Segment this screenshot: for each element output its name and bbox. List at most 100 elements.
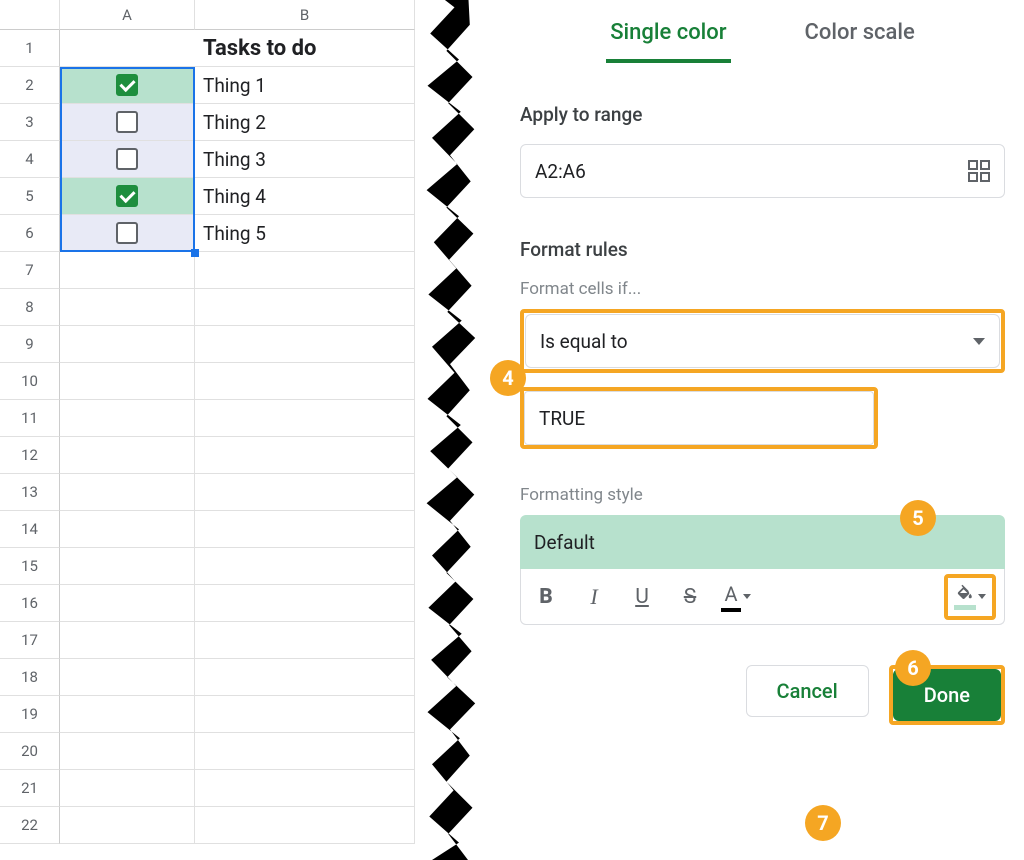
row-header[interactable]: 11 [0,400,60,437]
cell-a4[interactable] [60,141,195,178]
conditional-format-panel: Single color Color scale Apply to range … [505,0,1024,852]
fill-color-button[interactable] [948,578,992,616]
cell-b1[interactable]: Tasks to do [195,30,415,67]
row-header[interactable]: 7 [0,252,60,289]
cell-a18[interactable] [60,659,195,696]
row-header[interactable]: 6 [0,215,60,252]
cell-a20[interactable] [60,733,195,770]
row-19: 19 [0,696,430,733]
cell-b18[interactable] [195,659,415,696]
cell-b13[interactable] [195,474,415,511]
row-header[interactable]: 21 [0,770,60,807]
cell-b4[interactable]: Thing 3 [195,141,415,178]
row-header[interactable]: 17 [0,622,60,659]
cell-a7[interactable] [60,252,195,289]
tab-single-color[interactable]: Single color [606,10,730,63]
cell-b9[interactable] [195,326,415,363]
cancel-button[interactable]: Cancel [746,665,869,717]
checkbox-icon[interactable] [116,222,138,244]
row-header[interactable]: 10 [0,363,60,400]
row-header[interactable]: 14 [0,511,60,548]
cell-a13[interactable] [60,474,195,511]
cell-b6[interactable]: Thing 5 [195,215,415,252]
cell-a19[interactable] [60,696,195,733]
cell-b12[interactable] [195,437,415,474]
row-header[interactable]: 4 [0,141,60,178]
cell-a15[interactable] [60,548,195,585]
row-header[interactable]: 12 [0,437,60,474]
cell-b7[interactable] [195,252,415,289]
cell-b5[interactable]: Thing 4 [195,178,415,215]
row-header[interactable]: 9 [0,326,60,363]
row-header[interactable]: 5 [0,178,60,215]
highlight-value: TRUE [520,387,878,449]
row-7: 7 [0,252,430,289]
col-header-b[interactable]: B [195,0,415,30]
row-21: 21 [0,770,430,807]
checkbox-icon[interactable] [116,185,138,207]
row-header[interactable]: 2 [0,67,60,104]
cell-a12[interactable] [60,437,195,474]
cell-b17[interactable] [195,622,415,659]
text-color-button[interactable]: A [721,582,751,612]
row-22: 22 [0,807,430,844]
row-header[interactable]: 22 [0,807,60,844]
row-header[interactable]: 3 [0,104,60,141]
col-header-a[interactable]: A [60,0,195,30]
condition-select[interactable]: Is equal to [525,314,1000,368]
row-header[interactable]: 1 [0,30,60,67]
row-header[interactable]: 16 [0,585,60,622]
cell-a5[interactable] [60,178,195,215]
cell-b10[interactable] [195,363,415,400]
row-17: 17 [0,622,430,659]
row-header[interactable]: 19 [0,696,60,733]
italic-button[interactable]: I [577,580,611,614]
bold-button[interactable]: B [529,580,563,614]
cell-b2[interactable]: Thing 1 [195,67,415,104]
cell-a3[interactable] [60,104,195,141]
row-18: 18 [0,659,430,696]
cell-b8[interactable] [195,289,415,326]
highlight-fill [944,574,996,620]
condition-text-input[interactable]: TRUE [524,391,874,445]
row-2: 2 Thing 1 [0,67,430,104]
cell-a10[interactable] [60,363,195,400]
cell-b20[interactable] [195,733,415,770]
cell-a6[interactable] [60,215,195,252]
cell-b11[interactable] [195,400,415,437]
cell-a11[interactable] [60,400,195,437]
row-header[interactable]: 20 [0,733,60,770]
cell-a2[interactable] [60,67,195,104]
cell-b15[interactable] [195,548,415,585]
cell-a9[interactable] [60,326,195,363]
cell-b19[interactable] [195,696,415,733]
row-header[interactable]: 13 [0,474,60,511]
apply-range-input[interactable]: A2:A6 [520,144,1005,198]
underline-button[interactable]: U [625,580,659,614]
row-header[interactable]: 8 [0,289,60,326]
cell-a17[interactable] [60,622,195,659]
column-headers: A B [0,0,430,30]
chevron-down-icon [743,594,751,599]
cell-a21[interactable] [60,770,195,807]
tab-color-scale[interactable]: Color scale [801,10,919,63]
cell-b14[interactable] [195,511,415,548]
cell-a22[interactable] [60,807,195,844]
cell-a8[interactable] [60,289,195,326]
row-header[interactable]: 15 [0,548,60,585]
checkbox-icon[interactable] [116,148,138,170]
cell-a16[interactable] [60,585,195,622]
checkbox-icon[interactable] [116,111,138,133]
cell-a1[interactable] [60,30,195,67]
cell-b16[interactable] [195,585,415,622]
highlight-condition: Is equal to [520,309,1005,373]
checkbox-icon[interactable] [116,74,138,96]
grid-icon[interactable] [968,160,990,182]
cell-b21[interactable] [195,770,415,807]
strikethrough-button[interactable]: S [673,580,707,614]
cell-b3[interactable]: Thing 2 [195,104,415,141]
cell-a14[interactable] [60,511,195,548]
cell-b22[interactable] [195,807,415,844]
row-header[interactable]: 18 [0,659,60,696]
corner[interactable] [0,0,60,30]
